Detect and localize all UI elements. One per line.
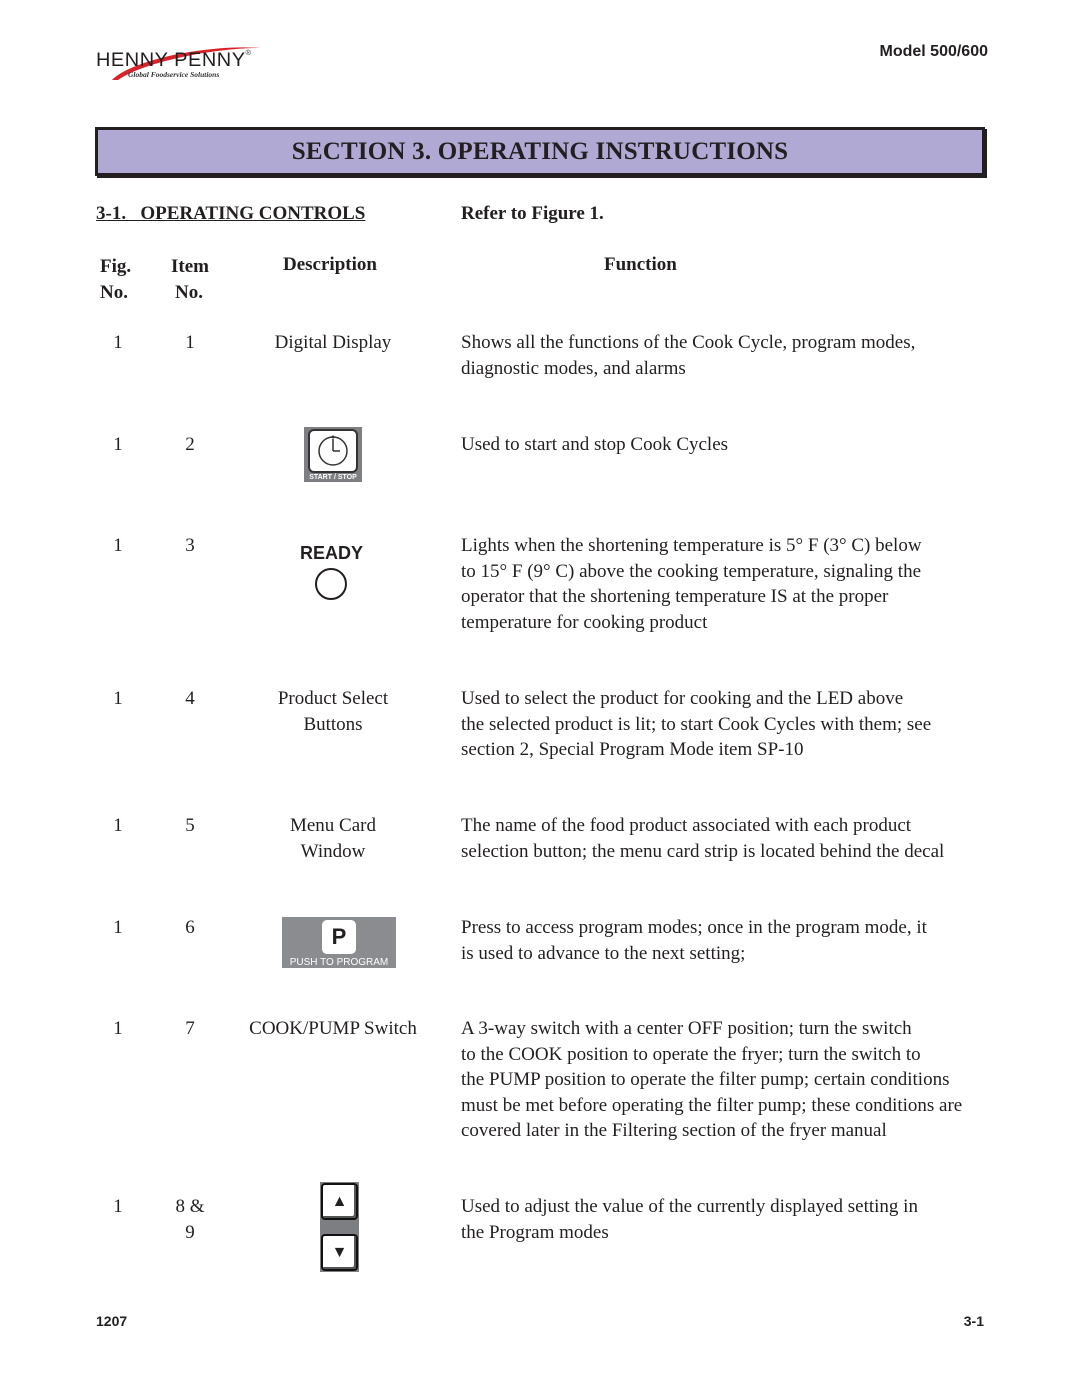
logo-brand: HENNY PENNY: [96, 50, 246, 71]
clock-icon: [318, 435, 348, 466]
fig-number: 1: [113, 535, 123, 556]
description: Product Select Buttons: [277, 688, 389, 735]
fig-number: 1: [113, 917, 123, 938]
down-arrow-icon: ▼: [321, 1234, 358, 1271]
description: Digital Display: [274, 332, 392, 353]
footer-page-number: 3-1: [963, 1313, 984, 1329]
logo-tagline: Global Foodservice Solutions: [128, 70, 220, 79]
up-arrow-icon: ▲: [321, 1183, 358, 1220]
footer-date-code: 1207: [96, 1313, 128, 1329]
fig-number: 1: [113, 434, 123, 455]
ready-light-icon: [315, 568, 347, 600]
start-stop-label: START / STOP: [309, 474, 357, 481]
item-number: 2: [185, 434, 195, 455]
function-text: Shows all the functions of the Cook Cycl…: [461, 332, 916, 379]
fig-number: 1: [113, 1018, 123, 1039]
up-down-arrow-buttons-icon: ▲ ▼: [320, 1182, 359, 1272]
function-text: Used to select the product for cooking a…: [461, 688, 932, 760]
subsection-title: 3-1. OPERATING CONTROLS: [96, 203, 366, 224]
function-text: Press to access program modes; once in t…: [461, 917, 927, 964]
item-number: 8 & 9: [175, 1196, 205, 1243]
item-number: 3: [185, 535, 195, 556]
model-label: Model 500/600: [879, 43, 989, 60]
function-text: A 3-way switch with a center OFF positio…: [461, 1018, 963, 1141]
item-number: 4: [185, 688, 195, 709]
column-header-item: Item No.: [171, 256, 209, 303]
function-text: The name of the food product associated …: [461, 815, 945, 862]
item-number: 1: [185, 332, 195, 353]
function-text: Used to start and stop Cook Cycles: [461, 434, 729, 455]
item-number: 5: [185, 815, 195, 836]
push-to-program-button-icon: P PUSH TO PROGRAM: [282, 917, 396, 968]
start-stop-button-icon: START / STOP: [304, 427, 362, 482]
function-text: Used to adjust the value of the currentl…: [461, 1196, 918, 1243]
item-number: 7: [185, 1018, 195, 1039]
column-header-description: Description: [283, 254, 377, 275]
p-key: P: [322, 920, 356, 954]
fig-number: 1: [113, 332, 123, 353]
logo-registered-mark: ®: [245, 50, 252, 57]
description: COOK/PUMP Switch: [249, 1018, 417, 1039]
function-text: Lights when the shortening temperature i…: [461, 535, 922, 633]
figure-reference: Refer to Figure 1.: [461, 203, 604, 224]
item-number: 6: [185, 917, 195, 938]
henny-penny-logo: HENNY PENNY® Global Foodservice Solution…: [94, 40, 274, 85]
push-to-program-label: PUSH TO PROGRAM: [289, 957, 389, 968]
section-title: SECTION 3. OPERATING INSTRUCTIONS: [291, 137, 789, 165]
description: Menu Card Window: [289, 815, 376, 862]
fig-number: 1: [113, 1196, 123, 1217]
ready-label: READY: [300, 543, 364, 563]
fig-number: 1: [113, 688, 123, 709]
column-header-fig: Fig. No.: [100, 256, 132, 303]
section-banner: SECTION 3. OPERATING INSTRUCTIONS: [95, 127, 985, 176]
fig-number: 1: [113, 815, 123, 836]
column-header-function: Function: [604, 254, 677, 275]
